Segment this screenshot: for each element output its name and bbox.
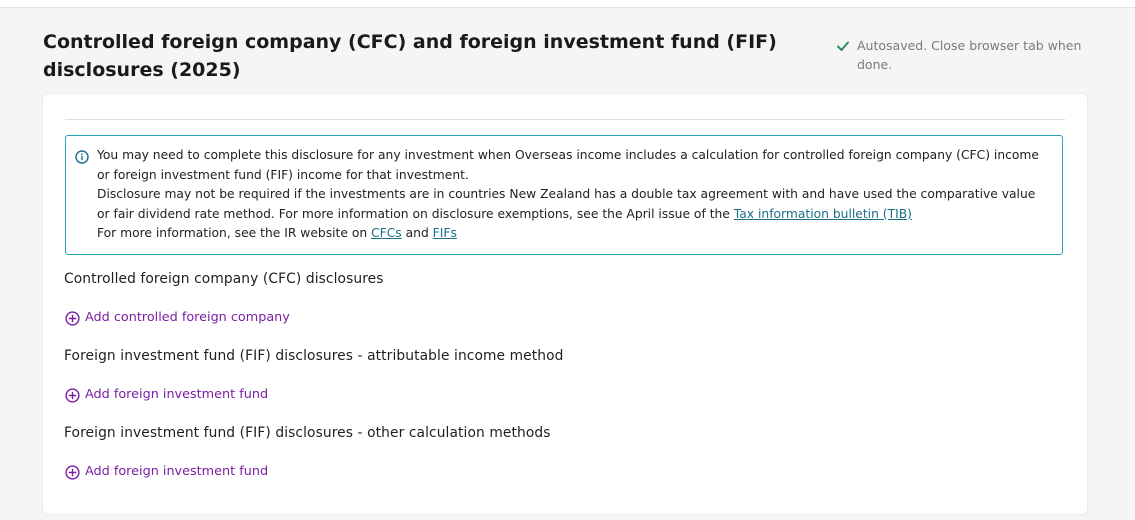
add-cfc-button[interactable]: Add controlled foreign company xyxy=(65,309,290,327)
disclosures-card: You may need to complete this disclosure… xyxy=(43,94,1087,514)
plus-circle-icon xyxy=(65,464,80,480)
tib-link[interactable]: Tax information bulletin (TIB) xyxy=(734,207,912,221)
fif-attributable-section-heading: Foreign investment fund (FIF) disclosure… xyxy=(64,348,564,364)
add-fif-other-label: Add foreign investment fund xyxy=(85,464,269,479)
and-text: and xyxy=(401,226,433,241)
top-bar xyxy=(0,0,1135,8)
check-icon xyxy=(837,41,849,51)
cfcs-link[interactable]: CFCs xyxy=(371,226,402,240)
add-fif-other-button[interactable]: Add foreign investment fund xyxy=(65,463,268,481)
cfc-section-heading: Controlled foreign company (CFC) disclos… xyxy=(64,271,384,287)
plus-circle-icon xyxy=(65,310,80,326)
info-box: You may need to complete this disclosure… xyxy=(65,135,1063,255)
card-divider xyxy=(65,119,1065,120)
autosave-status: Autosaved. Close browser tab when done. xyxy=(836,36,1096,74)
info-text-3-prefix: For more information, see the IR website… xyxy=(97,226,372,241)
info-circle-icon xyxy=(75,150,89,164)
add-fif-attributable-label: Add foreign investment fund xyxy=(85,387,269,402)
plus-circle-icon xyxy=(65,387,80,403)
fifs-link[interactable]: FIFs xyxy=(433,226,457,240)
info-text-1: You may need to complete this disclosure… xyxy=(97,148,1039,182)
add-fif-attributable-button[interactable]: Add foreign investment fund xyxy=(65,386,268,404)
autosave-text: Autosaved. Close browser tab when done. xyxy=(857,38,1082,72)
fif-other-section-heading: Foreign investment fund (FIF) disclosure… xyxy=(64,425,551,441)
page-title: Controlled foreign company (CFC) and for… xyxy=(43,31,777,81)
info-text-3: For more information, see the IR website… xyxy=(97,224,1050,244)
info-text-2: Disclosure may not be required if the in… xyxy=(97,185,1050,224)
add-cfc-label: Add controlled foreign company xyxy=(85,310,290,325)
